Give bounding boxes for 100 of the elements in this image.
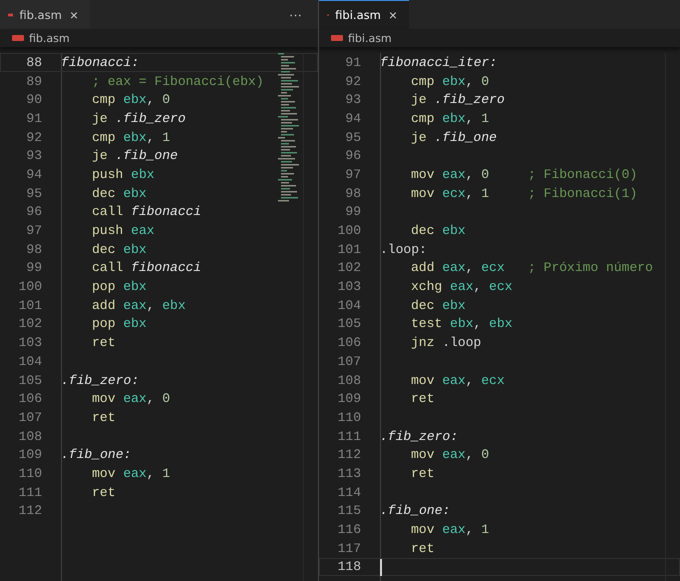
line-number: 97 [344,166,361,182]
code-line: ret [410,540,434,556]
code-line: .fib_zero: [379,428,458,444]
code-line: mov eax, 0 [410,447,490,462]
line-number: 109 [336,391,361,406]
line-number: 105 [336,316,361,332]
line-number: 88 [25,54,42,70]
line-number: 96 [25,204,42,220]
line-number: 98 [25,242,42,257]
code-line: pop ebx [91,279,147,294]
code-line: ret [410,466,434,481]
line-number: 110 [18,466,42,481]
code-line: dec ebx [410,298,466,313]
code-line: mov eax, 1 [91,466,170,481]
code-line: ret [91,484,116,500]
line-number: 100 [18,279,42,294]
line-number: 89 [25,74,42,89]
code-line: .fib_one: [379,503,450,518]
line-number: 112 [18,503,42,518]
line-number: 98 [344,186,361,201]
line-number: 110 [336,410,361,425]
code-line: je .fib_one [91,148,178,164]
code-line: jnz .loop [410,335,482,350]
code-line: ret [91,335,116,350]
breadcrumb[interactable]: fib.asm [29,32,70,44]
line-number: 93 [344,92,361,108]
editor-tab[interactable]: fib.asm × [0,0,90,29]
code-line: add eax, ebx [91,298,186,313]
code-line: ret [91,410,116,425]
code-line: mov eax, 0 ; Fibonacci(0) [410,166,638,182]
line-number: 112 [336,447,361,462]
line-number: 106 [18,391,42,406]
line-number: 92 [25,130,42,145]
line-number: 108 [18,428,42,444]
code-line: xchg eax, ecx [410,279,512,294]
line-number: 116 [336,522,361,538]
code-line: dec ebx [410,223,466,238]
code-line: .loop: [379,242,427,257]
code-line: push eax [91,223,154,238]
line-number: 106 [336,335,361,350]
code-line: dec ebx [91,242,147,257]
line-number: 99 [344,204,361,220]
line-number: 115 [336,503,361,518]
line-number: 103 [336,279,361,294]
code-line: mov eax, ecx [410,372,505,388]
line-number: 118 [336,559,361,574]
code-line: cmp ebx, 0 [410,74,490,89]
line-number: 95 [25,186,42,201]
code-line: je .fib_zero [91,110,186,126]
code-line: pop ebx [91,316,147,332]
close-tab-button[interactable]: × [68,7,80,23]
code-line: fibonacci_iter: [379,54,498,70]
line-number: 117 [336,540,361,556]
editor-tab[interactable]: fibi.asm × [319,0,409,29]
line-number: 95 [344,130,361,145]
line-number: 100 [336,223,361,238]
code-line: .fib_zero: [60,372,140,388]
line-number: 108 [336,372,361,388]
code-line: add eax, ecx ; Próximo número [410,260,653,276]
line-number: 102 [336,260,361,276]
line-number: 92 [344,74,361,89]
line-number: 114 [336,484,361,500]
asm-file-icon [331,35,343,41]
code-line: je .fib_one [410,130,497,145]
line-number: 94 [25,166,42,182]
code-line: cmp ebx, 0 [91,92,170,108]
line-number: 111 [336,428,361,444]
line-number: 91 [25,110,42,126]
code-line: mov eax, 0 [91,391,170,406]
line-number: 102 [18,316,42,332]
code-line: call fibonacci [91,260,202,276]
code-line: dec ebx [91,186,147,201]
breadcrumb[interactable]: fibi.asm [348,32,392,44]
code-line: .fib_one: [60,447,132,462]
line-number: 113 [336,466,361,481]
text-cursor [380,558,382,576]
code-line: cmp ebx, 1 [91,130,170,145]
code-line: call fibonacci [91,204,202,220]
more-actions-button[interactable]: ··· [283,0,308,29]
code-line: ; eax = Fibonacci(ebx) [91,74,264,89]
close-tab-button[interactable]: × [386,7,399,23]
line-number: 105 [18,372,42,388]
code-line: test ebx, ebx [410,316,512,332]
line-number: 109 [18,447,42,462]
line-number: 96 [344,148,361,164]
line-number: 93 [25,148,42,164]
line-number: 101 [336,242,361,257]
line-number: 107 [336,354,361,369]
code-line: fibonacci: [60,54,140,70]
line-number: 103 [18,335,42,350]
code-line: ret [410,391,434,406]
line-number: 94 [344,110,361,126]
code-line: mov ecx, 1 ; Fibonacci(1) [410,186,638,201]
minimap[interactable] [278,53,300,203]
code-line: mov eax, 1 [410,522,490,538]
line-number: 97 [25,223,42,238]
code-line: push ebx [91,166,154,182]
line-number: 101 [18,298,42,313]
code-line: je .fib_zero [410,92,505,108]
code-line: cmp ebx, 1 [410,110,490,126]
